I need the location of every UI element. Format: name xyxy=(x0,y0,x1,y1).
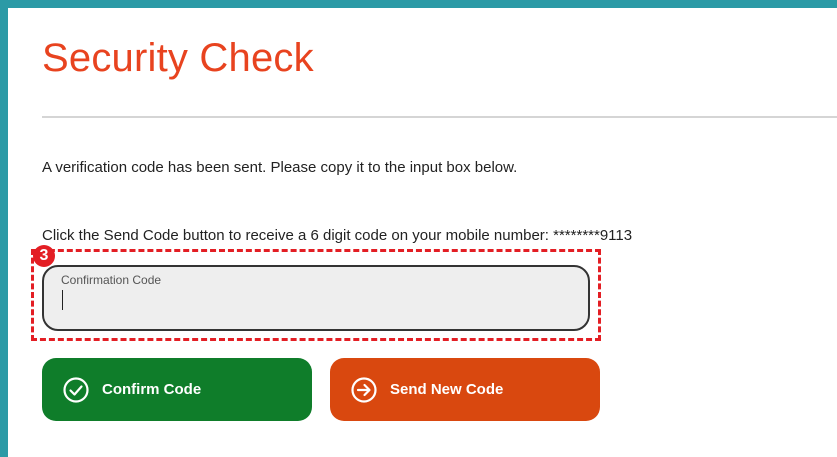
check-circle-icon xyxy=(62,376,90,404)
annotation-highlight-box xyxy=(31,249,601,341)
confirm-code-button[interactable]: Confirm Code xyxy=(42,358,312,421)
step-number-badge: 3 xyxy=(33,245,55,267)
verification-sent-message: A verification code has been sent. Pleas… xyxy=(42,159,518,176)
confirm-code-label: Confirm Code xyxy=(102,381,202,398)
divider xyxy=(42,116,837,118)
send-new-code-button[interactable]: Send New Code xyxy=(330,358,600,421)
page-title: Security Check xyxy=(42,36,314,80)
send-code-instructions: Click the Send Code button to receive a … xyxy=(42,227,633,244)
send-new-code-label: Send New Code xyxy=(390,381,504,398)
arrow-right-circle-icon xyxy=(350,376,378,404)
